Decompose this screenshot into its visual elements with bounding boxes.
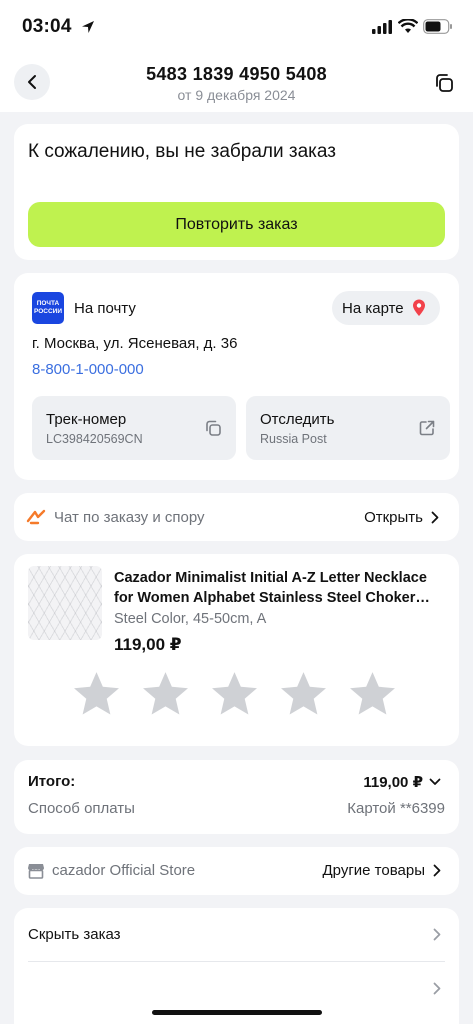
track-number-card[interactable]: Трек-номер LC398420569CN: [32, 396, 236, 460]
chevron-right-icon: [431, 511, 439, 524]
order-summary-card: Итого: 119,00 ₽ Способ оплаты Картой **6…: [14, 760, 459, 834]
hide-order-row[interactable]: Скрыть заказ: [14, 908, 459, 960]
follow-tracking-carrier: Russia Post: [260, 432, 327, 446]
repeat-order-button[interactable]: Повторить заказ: [28, 202, 445, 247]
order-actions-card: Скрыть заказ: [14, 908, 459, 1024]
follow-tracking-label: Отследить: [260, 411, 335, 428]
delivery-card: ПОЧТА РОССИИ На почту На карте г. Москва,…: [14, 273, 459, 480]
store-icon: [28, 864, 44, 879]
open-chat-link[interactable]: Открыть: [364, 509, 439, 526]
location-arrow-icon: [82, 21, 94, 33]
copy-icon[interactable]: [204, 419, 222, 437]
header: 5483 1839 4950 5408 от 9 декабря 2024: [0, 56, 473, 112]
phone-link[interactable]: 8-800-1-000-000: [32, 361, 144, 378]
on-map-label: На карте: [342, 299, 404, 317]
other-products-label: Другие товары: [322, 862, 425, 879]
star-icon[interactable]: [72, 670, 121, 717]
chevron-down-icon: [429, 778, 441, 785]
star-icon[interactable]: [210, 670, 259, 717]
order-date: от 9 декабря 2024: [177, 87, 296, 103]
product-image[interactable]: [28, 566, 102, 640]
map-pin-icon: [412, 299, 425, 316]
open-chat-label: Открыть: [364, 509, 423, 526]
product-price: 119,00 ₽: [114, 635, 182, 654]
wifi-icon: [398, 19, 418, 33]
track-number-label: Трек-номер: [46, 411, 127, 428]
chevron-right-icon: [433, 864, 441, 877]
delivery-type: На почту: [74, 300, 136, 317]
battery-icon: [423, 19, 452, 34]
product-variant: Steel Color, 45-50cm, A: [114, 611, 267, 627]
on-map-button[interactable]: На карте: [332, 291, 440, 325]
external-link-icon: [419, 420, 435, 436]
hide-order-label: Скрыть заказ: [28, 926, 121, 943]
delivery-address: г. Москва, ул. Ясеневая, д. 36: [32, 335, 238, 352]
status-bar: 03:04: [0, 0, 473, 56]
rating-stars: [72, 670, 397, 717]
total-toggle[interactable]: 119,00 ₽: [363, 773, 441, 791]
chat-card[interactable]: Чат по заказу и спору Открыть: [14, 493, 459, 541]
other-products-link[interactable]: Другие товары: [322, 862, 441, 879]
total-value: 119,00 ₽: [363, 774, 423, 791]
order-status-card: К сожалению, вы не забрали заказ Повтори…: [14, 124, 459, 260]
product-title[interactable]: Cazador Minimalist Initial A-Z Letter Ne…: [114, 568, 449, 608]
payment-method-value: Картой **6399: [347, 800, 445, 817]
home-indicator[interactable]: [152, 1010, 322, 1015]
follow-tracking-card[interactable]: Отследить Russia Post: [246, 396, 450, 460]
chevron-right-icon: [433, 982, 441, 995]
status-time: 03:04: [22, 16, 72, 37]
cellular-signal-icon: [372, 20, 392, 34]
track-number-value: LC398420569CN: [46, 432, 143, 446]
star-icon[interactable]: [348, 670, 397, 717]
product-card: Cazador Minimalist Initial A-Z Letter Ne…: [14, 554, 459, 746]
total-label: Итого:: [28, 773, 76, 790]
chat-label: Чат по заказу и спору: [54, 509, 205, 526]
order-number: 5483 1839 4950 5408: [146, 64, 327, 84]
star-icon[interactable]: [279, 670, 328, 717]
copy-icon[interactable]: [433, 72, 455, 94]
chevron-right-icon: [433, 928, 441, 941]
star-icon[interactable]: [141, 670, 190, 717]
order-status-title: К сожалению, вы не забрали заказ: [28, 141, 336, 162]
chat-dispute-icon: [26, 509, 46, 525]
payment-method-label: Способ оплаты: [28, 800, 135, 817]
store-card[interactable]: cazador Official Store Другие товары: [14, 847, 459, 895]
store-name: cazador Official Store: [52, 862, 196, 879]
next-action-row[interactable]: [14, 962, 459, 1014]
russian-post-logo: ПОЧТА РОССИИ: [32, 292, 64, 324]
